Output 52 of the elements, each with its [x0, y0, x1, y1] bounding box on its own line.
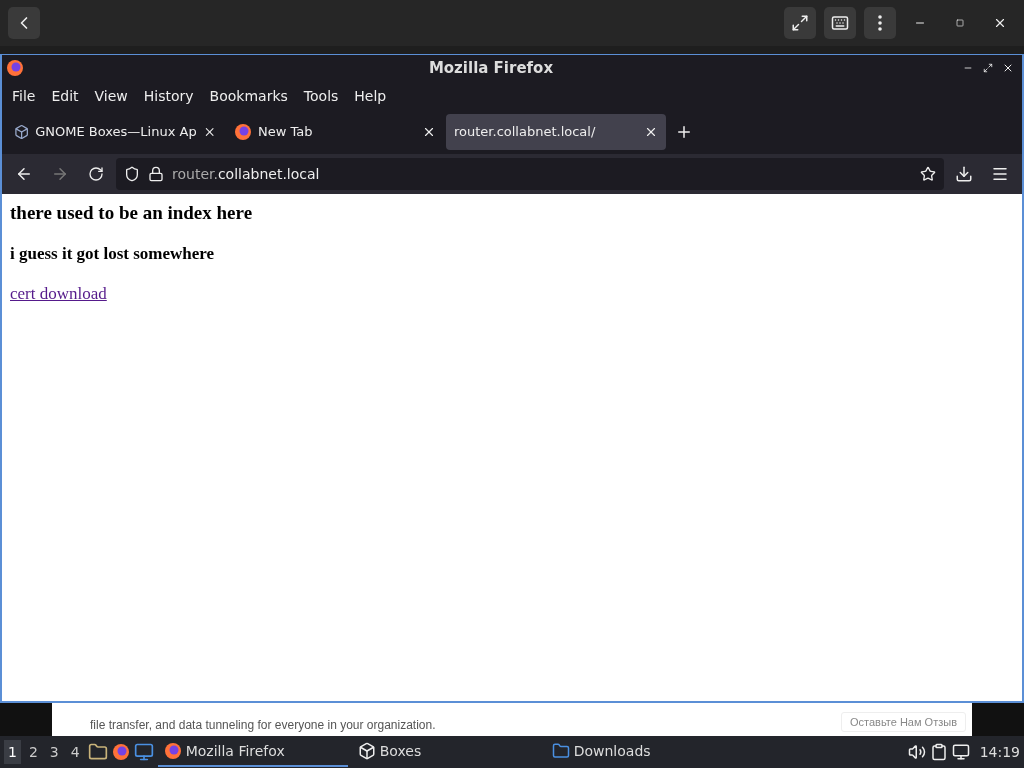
monitor-icon[interactable]	[133, 742, 154, 763]
clock: 14:19	[979, 744, 1020, 761]
workspace-button[interactable]: 4	[66, 740, 84, 765]
back-button[interactable]	[8, 6, 40, 39]
keyboard-button[interactable]	[824, 6, 856, 39]
expand-icon	[791, 13, 809, 32]
download-icon	[955, 164, 973, 183]
page-heading: there used to be an index here	[10, 201, 254, 224]
menu-item[interactable]: View	[88, 85, 134, 106]
firefox-icon	[111, 743, 130, 762]
firefox-icon	[163, 742, 182, 761]
browser-tab[interactable]: router.collabnet.local/	[446, 113, 666, 150]
page-subheading: i guess it got lost somewhere	[10, 243, 216, 264]
task-button[interactable]: Mozilla Firefox	[157, 737, 348, 768]
box-icon	[14, 123, 30, 140]
keyboard-icon	[831, 13, 849, 32]
page-text: file transfer, and data tunneling for everyone in your organization.	[90, 718, 436, 733]
address-bar[interactable]: router.collabnet.local	[116, 157, 944, 190]
firefox-icon	[6, 59, 24, 78]
firefox-icon	[234, 122, 252, 141]
menu-item[interactable]: Tools	[297, 85, 345, 106]
clipboard-icon[interactable]	[929, 743, 948, 762]
workspace-button[interactable]: 3	[45, 740, 63, 765]
lock-icon	[148, 165, 164, 182]
network-icon[interactable]	[951, 743, 970, 762]
menu-item[interactable]: History	[137, 85, 200, 106]
more-icon	[878, 14, 882, 31]
more-button[interactable]	[864, 6, 896, 39]
shield-icon	[124, 165, 140, 182]
fullscreen-button[interactable]	[784, 6, 816, 39]
maximize-icon	[956, 18, 964, 27]
task-button[interactable]: Downloads	[545, 737, 736, 768]
file-manager-icon[interactable]	[87, 742, 108, 763]
task-button[interactable]: Boxes	[351, 737, 542, 768]
browser-tab[interactable]: GNOME Boxes—Linux Ap	[6, 113, 224, 150]
download-link[interactable]: cert download	[10, 283, 107, 304]
menu-item[interactable]: Bookmarks	[203, 85, 294, 106]
star-icon[interactable]	[920, 165, 936, 182]
url-text: router.collabnet.local	[172, 165, 320, 182]
folder-icon	[551, 742, 570, 761]
expand-icon	[983, 63, 993, 74]
browser-tab[interactable]: New Tab	[226, 113, 444, 150]
reload-icon	[88, 165, 104, 182]
workspace-button[interactable]: 2	[24, 740, 42, 765]
menu-item[interactable]: Help	[348, 85, 393, 106]
volume-icon[interactable]	[907, 743, 926, 762]
box-icon	[357, 742, 376, 761]
window-title: Mozilla Firefox	[427, 59, 555, 78]
menu-item[interactable]: Edit	[45, 85, 85, 106]
menu-item[interactable]: File	[6, 85, 42, 106]
feedback-button[interactable]: Оставьте Нам Отзыв	[841, 712, 966, 733]
workspace-button[interactable]: 1	[4, 740, 21, 765]
